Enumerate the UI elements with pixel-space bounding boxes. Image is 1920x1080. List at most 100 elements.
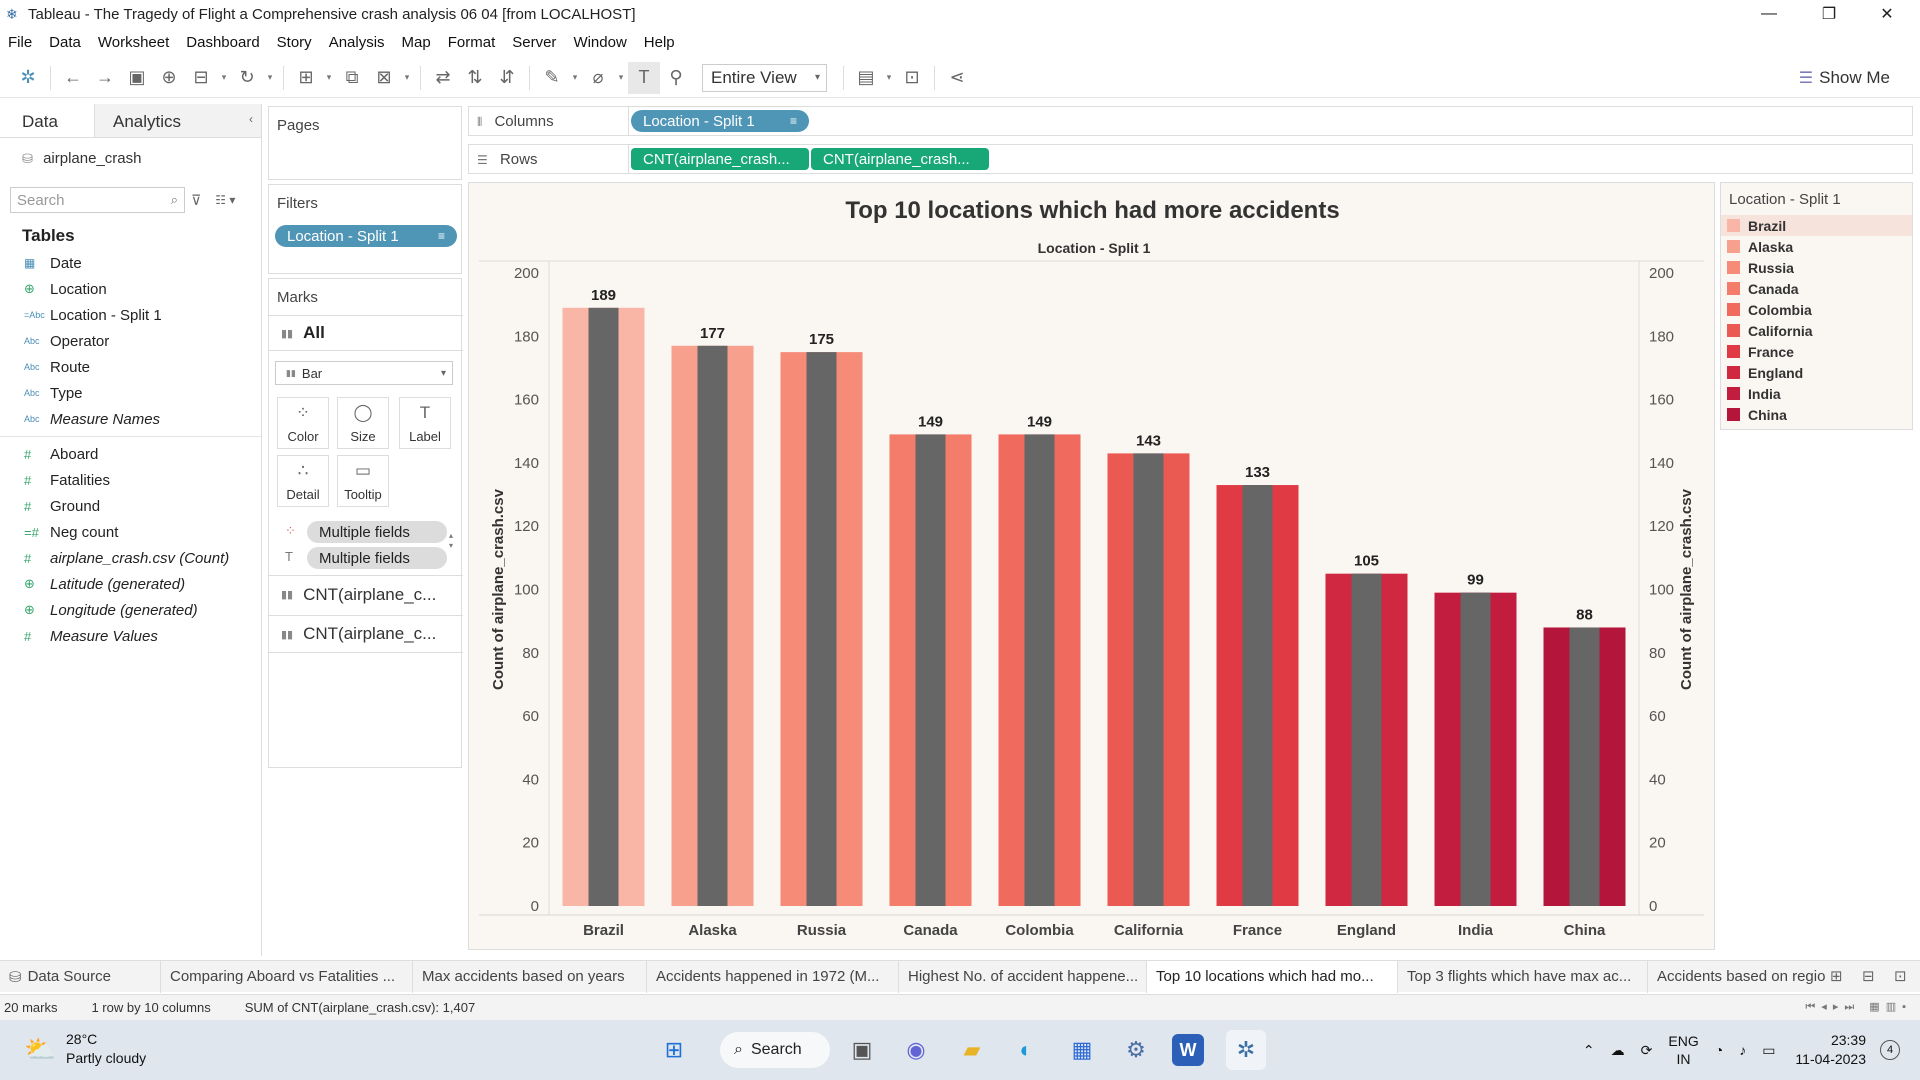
sheet-tab-comparing-aboard[interactable]: Comparing Aboard vs Fatalities ...: [161, 960, 413, 993]
new-worksheet-icon[interactable]: ⊞: [290, 62, 322, 94]
menu-help[interactable]: Help: [636, 34, 684, 51]
battery-icon[interactable]: ▭: [1762, 1042, 1775, 1059]
sort-ascending-icon[interactable]: ⇅: [459, 62, 491, 94]
show-cards-icon[interactable]: ▤: [850, 62, 882, 94]
sheet-tab-top-3-flights[interactable]: Top 3 flights which have max ac...: [1398, 960, 1648, 993]
share-icon[interactable]: ⋖: [941, 62, 973, 94]
marks-all-tab[interactable]: ▮▮ All: [269, 315, 463, 351]
field-date[interactable]: ▦ Date: [0, 250, 261, 276]
color-button[interactable]: ⁘ Color: [277, 397, 329, 449]
minimize-button[interactable]: —: [1740, 0, 1798, 28]
undo-icon[interactable]: ←: [57, 62, 89, 94]
microsoft-store-icon[interactable]: ▦: [1062, 1030, 1102, 1070]
columns-shelf[interactable]: ⦀ Columns Location - Split 1 ≡: [468, 106, 1913, 136]
field-operator[interactable]: Abc Operator: [0, 328, 261, 354]
legend-item[interactable]: England: [1721, 362, 1912, 383]
windows-start-icon[interactable]: ⊞: [654, 1030, 694, 1070]
chat-icon[interactable]: ◉: [896, 1030, 936, 1070]
multiple-fields-label-pill[interactable]: Multiple fields: [307, 547, 447, 569]
menu-map[interactable]: Map: [394, 34, 440, 51]
datasource-item[interactable]: ⛁ airplane_crash: [0, 138, 261, 176]
tab-analytics[interactable]: Analytics ‹: [95, 104, 261, 137]
menu-dashboard[interactable]: Dashboard: [178, 34, 268, 51]
search-input[interactable]: Search ⌕: [10, 187, 185, 213]
chevron-down-icon[interactable]: ▾: [322, 62, 336, 94]
restore-button[interactable]: ❐: [1800, 0, 1858, 28]
menu-server[interactable]: Server: [504, 34, 565, 51]
chevron-up-icon[interactable]: ⌃: [1583, 1042, 1595, 1059]
field-measure-values[interactable]: # Measure Values: [0, 623, 261, 649]
highlight-icon[interactable]: ✎: [536, 62, 568, 94]
settings-icon[interactable]: ⚙: [1116, 1030, 1156, 1070]
fit-mode-dropdown[interactable]: Entire View ▾: [702, 63, 827, 92]
close-button[interactable]: ✕: [1858, 0, 1916, 28]
language-indicator[interactable]: ENG IN: [1668, 1032, 1698, 1068]
onedrive-icon[interactable]: ☁: [1611, 1042, 1625, 1059]
sync-icon[interactable]: ⟳: [1641, 1042, 1653, 1059]
pause-updates-icon[interactable]: ⊟: [185, 62, 217, 94]
new-worksheet-icon[interactable]: ⊞: [1830, 967, 1843, 985]
sheet-navigation-icons[interactable]: ⏮◂▸⏭ ▦▥▪: [1805, 1000, 1912, 1014]
legend-item[interactable]: China: [1721, 404, 1912, 425]
tableau-logo-icon[interactable]: ✲: [12, 62, 44, 94]
sheet-tab-top-10-locations[interactable]: Top 10 locations which had mo...: [1147, 960, 1398, 993]
presentation-mode-icon[interactable]: ⊡: [896, 62, 928, 94]
measure-card-1[interactable]: ▮▮ CNT(airplane_c...: [269, 575, 463, 613]
label-button[interactable]: T Label: [399, 397, 451, 449]
filter-icon[interactable]: ⊽: [191, 192, 201, 209]
new-story-icon[interactable]: ⊡: [1894, 967, 1907, 985]
rows-pill-2[interactable]: CNT(airplane_crash...: [811, 148, 989, 170]
sheet-tab-accidents-region[interactable]: Accidents based on regio: [1648, 961, 1836, 993]
edge-browser-icon[interactable]: ◐: [1006, 1030, 1046, 1070]
columns-pill-location-split-1[interactable]: Location - Split 1 ≡: [631, 110, 809, 132]
filter-pill-location-split-1[interactable]: Location - Split 1 ≡: [275, 225, 457, 247]
chevron-down-icon[interactable]: ▾: [882, 62, 896, 94]
legend-item[interactable]: Russia: [1721, 257, 1912, 278]
field-route[interactable]: Abc Route: [0, 354, 261, 380]
rows-shelf[interactable]: ☰ Rows CNT(airplane_crash... CNT(airplan…: [468, 144, 1913, 174]
swap-rows-columns-icon[interactable]: ⇄: [427, 62, 459, 94]
field-ground[interactable]: # Ground: [0, 493, 261, 519]
task-view-icon[interactable]: ▣: [842, 1030, 882, 1070]
size-button[interactable]: ◯ Size: [337, 397, 389, 449]
refresh-icon[interactable]: ↻: [231, 62, 263, 94]
legend-item[interactable]: California: [1721, 320, 1912, 341]
pages-shelf[interactable]: Pages: [268, 106, 462, 180]
save-icon[interactable]: ▣: [121, 62, 153, 94]
sheet-tab-accidents-1972[interactable]: Accidents happened in 1972 (M...: [647, 960, 899, 993]
legend-item[interactable]: Canada: [1721, 278, 1912, 299]
filters-shelf[interactable]: Filters Location - Split 1 ≡: [268, 184, 462, 274]
menu-story[interactable]: Story: [269, 34, 321, 51]
field-location[interactable]: ⊕ Location: [0, 276, 261, 302]
field-type[interactable]: Abc Type: [0, 380, 261, 406]
legend-item[interactable]: India: [1721, 383, 1912, 404]
field-longitude[interactable]: ⊕ Longitude (generated): [0, 597, 261, 623]
word-icon[interactable]: W: [1172, 1034, 1204, 1066]
legend-item[interactable]: Alaska: [1721, 236, 1912, 257]
field-fatalities[interactable]: # Fatalities: [0, 467, 261, 493]
menu-format[interactable]: Format: [440, 34, 505, 51]
mark-type-dropdown[interactable]: ▮▮ Bar ▾: [275, 361, 453, 385]
menu-analysis[interactable]: Analysis: [321, 34, 394, 51]
file-explorer-icon[interactable]: ▰: [952, 1030, 992, 1070]
field-location-split-1[interactable]: =Abc Location - Split 1: [0, 302, 261, 328]
duplicate-sheet-icon[interactable]: ⧉: [336, 62, 368, 94]
taskbar-search-button[interactable]: ⌕ Search: [720, 1032, 830, 1068]
chevron-down-icon[interactable]: ▾: [614, 62, 628, 94]
measure-card-2[interactable]: ▮▮ CNT(airplane_c...: [269, 615, 463, 653]
chevron-down-icon[interactable]: ▾: [400, 62, 414, 94]
field-latitude[interactable]: ⊕ Latitude (generated): [0, 571, 261, 597]
show-me-button[interactable]: ☰ Show Me: [1799, 64, 1890, 92]
legend-item[interactable]: Colombia: [1721, 299, 1912, 320]
fix-axes-icon[interactable]: ⚲: [660, 62, 692, 94]
volume-icon[interactable]: ♪: [1739, 1042, 1746, 1058]
sheet-tab-highest-accident[interactable]: Highest No. of accident happene...: [899, 960, 1147, 993]
legend-item[interactable]: France: [1721, 341, 1912, 362]
menu-worksheet[interactable]: Worksheet: [90, 34, 178, 51]
clear-sheet-icon[interactable]: ⊠: [368, 62, 400, 94]
group-members-icon[interactable]: ⌀: [582, 62, 614, 94]
collapse-pane-icon[interactable]: ‹: [249, 112, 253, 126]
show-labels-icon[interactable]: T: [628, 61, 660, 94]
tableau-taskbar-icon[interactable]: ✲: [1226, 1030, 1266, 1070]
field-measure-names[interactable]: Abc Measure Names: [0, 406, 261, 432]
